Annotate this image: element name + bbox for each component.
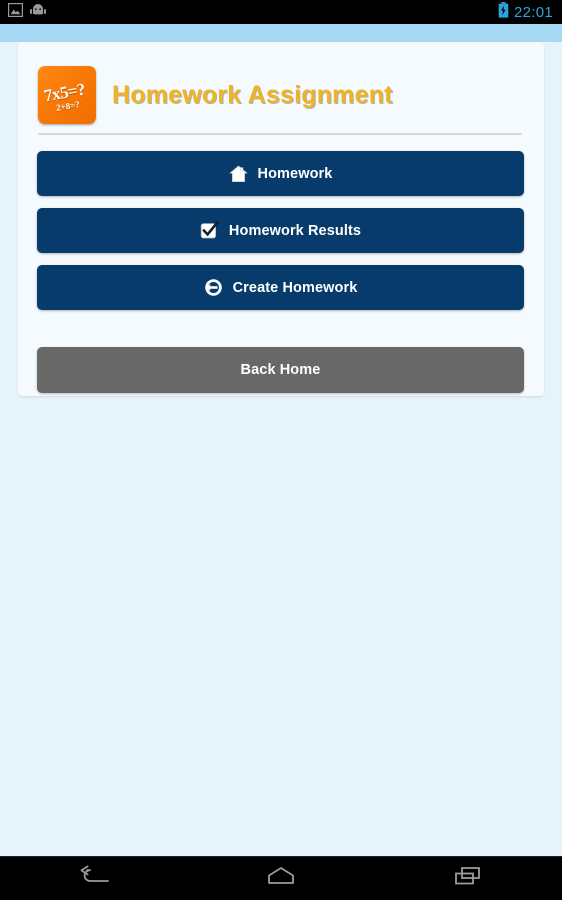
- checkbox-checked-icon: [200, 221, 220, 241]
- battery-charging-icon: [498, 1, 509, 23]
- status-bar-right: 22:01: [498, 1, 562, 23]
- android-device-screen: 22:01 7x5=? 2+8=? Homework Assignment Ho…: [0, 0, 562, 900]
- button-spacer: [37, 322, 524, 347]
- menu-button-list: Homework Homework Results Create Homewor…: [18, 135, 544, 393]
- card-header: 7x5=? 2+8=? Homework Assignment: [18, 42, 544, 130]
- page-title: Homework Assignment: [112, 80, 393, 109]
- main-card: 7x5=? 2+8=? Homework Assignment Homework: [18, 42, 544, 396]
- back-home-button[interactable]: Back Home: [37, 347, 524, 393]
- homework-results-button-label: Homework Results: [228, 222, 362, 239]
- status-bar-left-icons: [0, 2, 46, 22]
- nav-home-button[interactable]: [236, 857, 326, 900]
- nav-recents-button[interactable]: [423, 857, 513, 900]
- homework-button[interactable]: Homework: [37, 151, 524, 196]
- create-homework-button[interactable]: Create Homework: [37, 265, 524, 310]
- android-robot-icon: [30, 3, 46, 21]
- recents-nav-icon: [453, 865, 483, 892]
- app-page: 7x5=? 2+8=? Homework Assignment Homework: [0, 24, 562, 856]
- home-icon: [229, 164, 249, 184]
- create-homework-button-label: Create Homework: [232, 279, 358, 296]
- homework-results-button[interactable]: Homework Results: [37, 208, 524, 253]
- homework-button-label: Homework: [257, 165, 333, 182]
- nav-back-button[interactable]: [49, 857, 139, 900]
- status-bar-clock: 22:01: [513, 3, 553, 21]
- status-bar: 22:01: [0, 0, 562, 24]
- homework-logo: 7x5=? 2+8=?: [38, 66, 96, 124]
- android-navigation-bar: [0, 856, 562, 900]
- home-nav-icon: [264, 865, 298, 892]
- screenshot-icon: [7, 2, 24, 22]
- logo-line-2: 2+8=?: [55, 99, 81, 113]
- back-nav-icon: [77, 865, 111, 892]
- back-home-button-label: Back Home: [240, 362, 321, 378]
- enter-arrow-circle-icon: [204, 278, 224, 298]
- top-accent-band: [0, 24, 562, 42]
